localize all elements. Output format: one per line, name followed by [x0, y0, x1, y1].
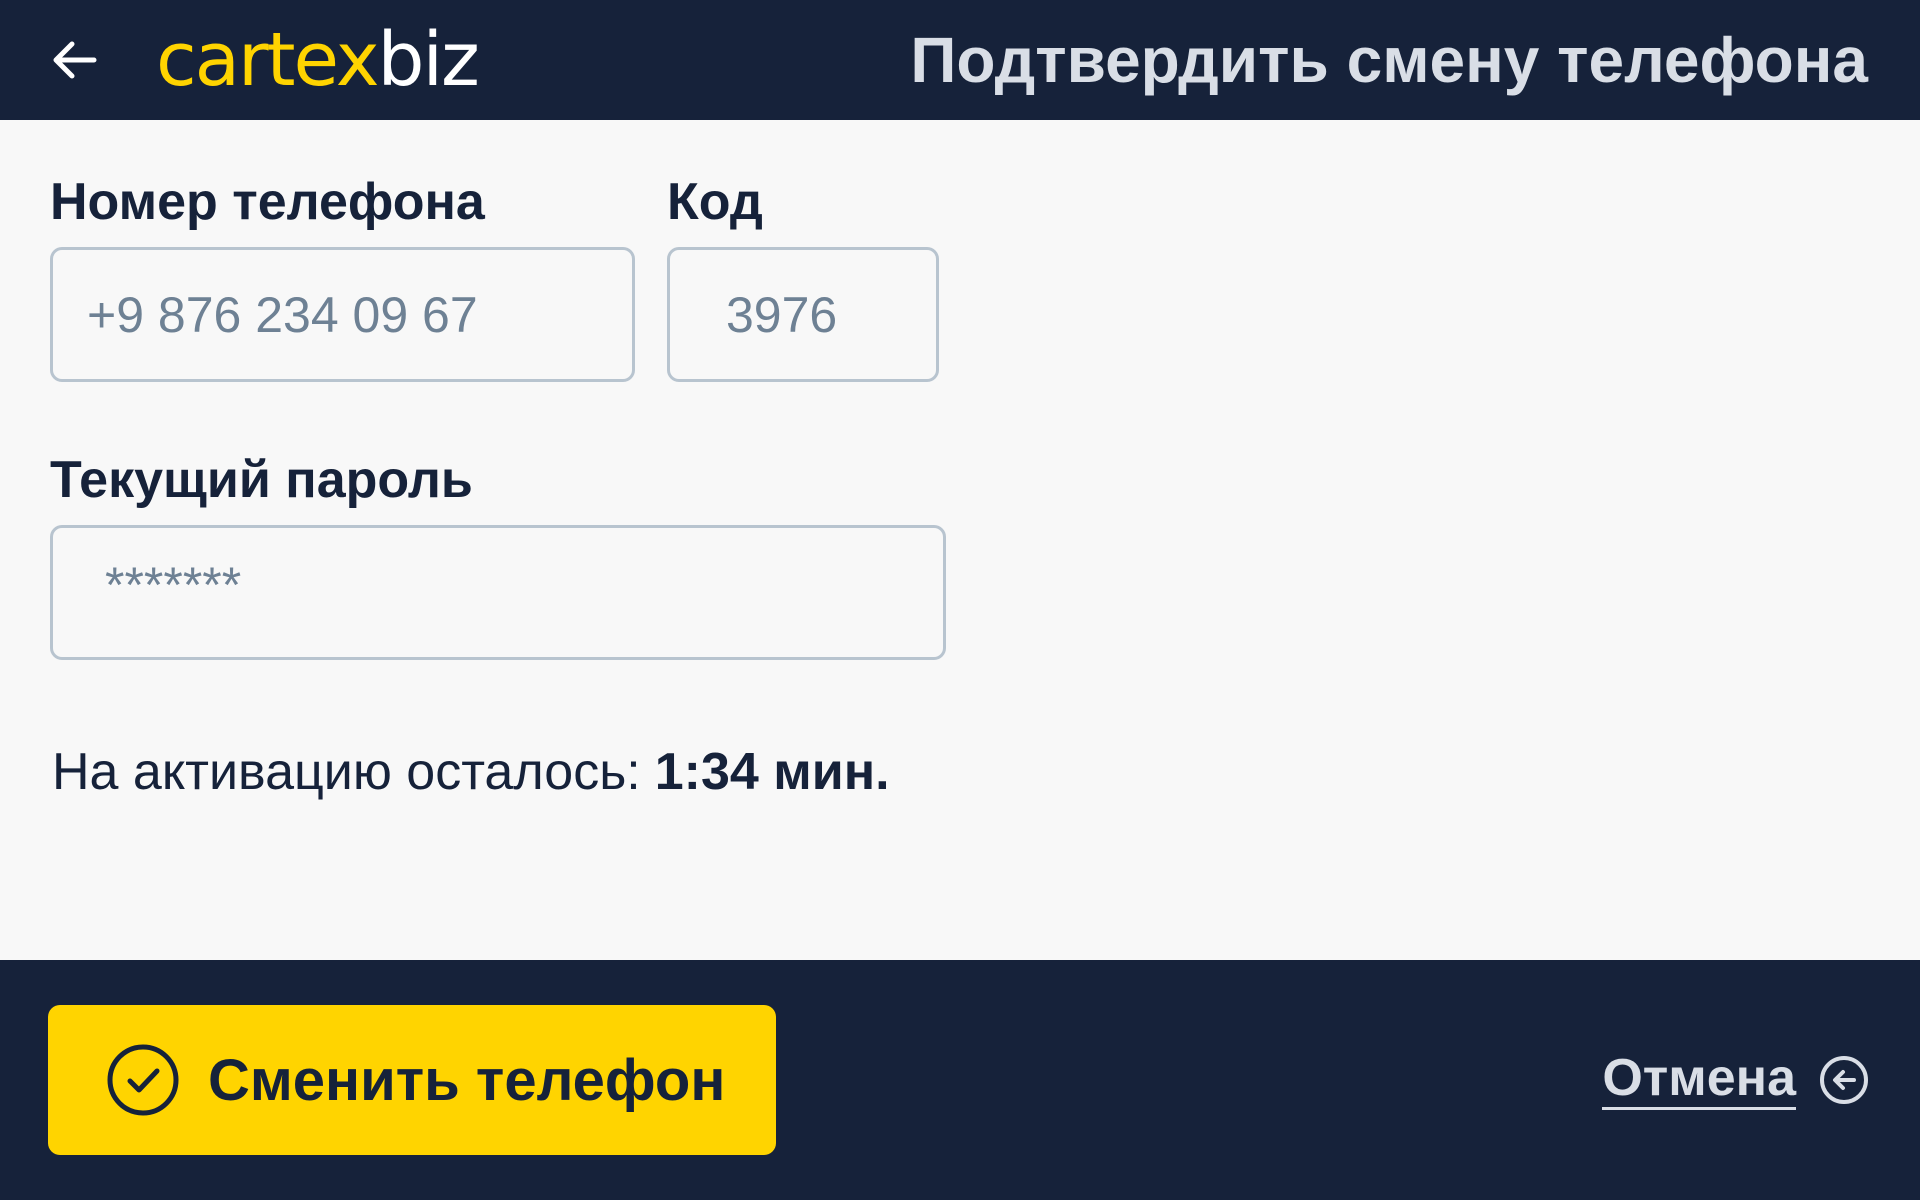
cancel-label: Отмена — [1602, 1049, 1796, 1111]
logo: cartex biz — [156, 8, 480, 112]
page-title: Подтвердить смену телефона — [910, 24, 1868, 96]
timer-value: 1:34 мин. — [654, 743, 890, 801]
change-phone-label: Сменить телефон — [208, 1047, 726, 1113]
code-label: Код — [667, 173, 763, 231]
phone-input[interactable]: +9 876 234 09 67 — [50, 247, 635, 382]
timer-label: На активацию осталось: — [52, 743, 641, 801]
check-circle-icon — [107, 1044, 179, 1116]
logo-part-biz: biz — [377, 17, 480, 103]
change-phone-button[interactable]: Сменить телефон — [48, 1005, 776, 1155]
activation-timer: На активацию осталось: 1:34 мин. — [52, 740, 890, 804]
arrow-left-icon — [53, 41, 97, 79]
password-label: Текущий пароль — [50, 451, 473, 509]
password-placeholder: ******* — [105, 557, 242, 613]
password-input[interactable]: ******* — [50, 525, 946, 660]
phone-placeholder: +9 876 234 09 67 — [87, 286, 478, 343]
code-placeholder: 3976 — [726, 286, 838, 343]
undo-circle-icon — [1818, 1054, 1870, 1106]
phone-label: Номер телефона — [50, 173, 485, 231]
app-header: cartex biz Подтвердить смену телефона — [0, 0, 1920, 120]
cancel-button[interactable]: Отмена — [1602, 1040, 1870, 1120]
code-input[interactable]: 3976 — [667, 247, 939, 382]
back-button[interactable] — [44, 30, 104, 90]
logo-part-cartex: cartex — [156, 17, 379, 103]
